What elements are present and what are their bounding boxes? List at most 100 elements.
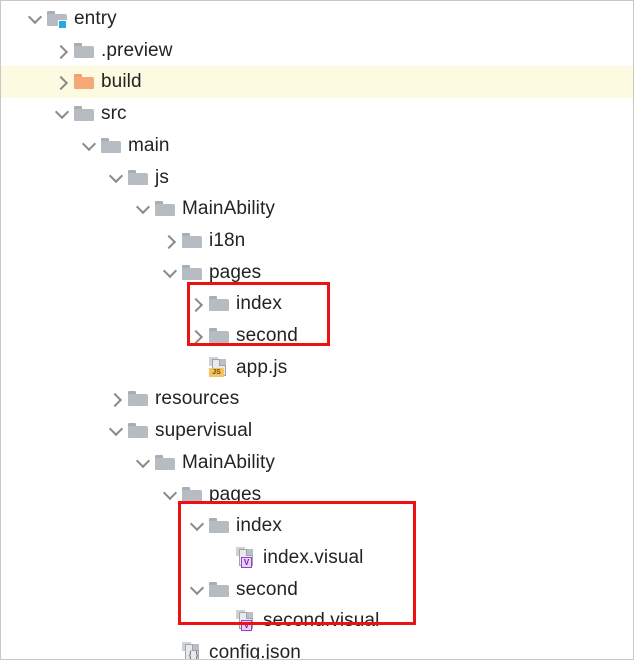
tree-item-label: MainAbility [182, 198, 275, 220]
indent-spacer [1, 225, 160, 257]
tree-row-index-visual[interactable]: Vindex.visual [1, 542, 633, 574]
tree-row-app-js[interactable]: JS app.js [1, 352, 633, 384]
indent-spacer [1, 320, 187, 352]
chevron-down-icon[interactable] [160, 257, 180, 289]
tree-row-second-visual[interactable]: Vsecond.visual [1, 605, 633, 637]
tree-item-label: second [236, 325, 298, 346]
folder-icon [99, 133, 125, 159]
tree-row-index[interactable]: index [1, 510, 633, 542]
indent-spacer [1, 447, 133, 479]
tree-item-label: index [236, 515, 282, 537]
tree-item-label: entry [74, 8, 117, 29]
indent-spacer [1, 35, 52, 67]
folder-icon [72, 38, 98, 64]
indent-spacer [1, 130, 79, 162]
twisty-placeholder [187, 352, 207, 384]
tree-row-js[interactable]: js [1, 162, 633, 194]
tree-row-main[interactable]: main [1, 130, 633, 162]
indent-spacer [1, 98, 52, 130]
indent-spacer [1, 162, 106, 194]
json-file-icon: {} [180, 640, 206, 660]
folder-icon [180, 260, 206, 286]
chevron-down-icon[interactable] [187, 574, 207, 606]
tree-item-label: js [155, 166, 169, 188]
chevron-down-icon[interactable] [187, 510, 207, 542]
chevron-right-icon[interactable] [52, 66, 72, 98]
tree-item-label: i18n [209, 229, 246, 251]
chevron-down-icon[interactable] [133, 447, 153, 479]
tree-item-label: config.json [209, 642, 301, 660]
tree-row-pages[interactable]: pages [1, 479, 633, 511]
tree-item-label: supervisual [155, 420, 253, 442]
json-braces-badge: {} [187, 647, 200, 660]
tree-row-mainability[interactable]: MainAbility [1, 447, 633, 479]
tree-row-i18n[interactable]: i18n [1, 225, 633, 257]
tree-item-label: second.visual [263, 610, 380, 632]
tree-row-second[interactable]: second [1, 320, 633, 352]
tree-row-config-json[interactable]: {} config.json [1, 637, 633, 660]
indent-spacer [1, 352, 187, 384]
indent-spacer [1, 637, 160, 659]
tree-row-resources[interactable]: resources [1, 383, 633, 415]
chevron-down-icon[interactable] [52, 98, 72, 130]
chevron-down-icon[interactable] [106, 162, 126, 194]
folder-icon [180, 228, 206, 254]
folder-icon [153, 196, 179, 222]
folder-icon [207, 323, 233, 349]
folder-icon [180, 482, 206, 508]
indent-spacer [1, 510, 187, 542]
js-badge: JS [209, 367, 224, 377]
module-badge-icon [58, 20, 67, 29]
folder-icon [207, 513, 233, 539]
chevron-right-icon[interactable] [106, 383, 126, 415]
chevron-down-icon[interactable] [25, 3, 45, 35]
chevron-right-icon[interactable] [52, 35, 72, 67]
chevron-down-icon[interactable] [160, 479, 180, 511]
chevron-right-icon[interactable] [160, 225, 180, 257]
tree-row-src[interactable]: src [1, 98, 633, 130]
tree-row-index[interactable]: index [1, 288, 633, 320]
folder-icon [207, 577, 233, 603]
folder-icon [207, 291, 233, 317]
chevron-right-icon[interactable] [187, 288, 207, 320]
chevron-right-icon[interactable] [187, 320, 207, 352]
tree-item-label: main [128, 134, 170, 156]
tree-row--preview[interactable]: .preview [1, 35, 633, 67]
twisty-placeholder [160, 637, 180, 659]
tree-row-build[interactable]: build [1, 66, 633, 99]
indent-spacer [1, 415, 106, 447]
tree-item-label: app.js [236, 356, 288, 378]
tree-row-pages[interactable]: pages [1, 257, 633, 289]
indent-spacer [1, 3, 25, 35]
tree-item-label: pages [209, 261, 262, 283]
indent-spacer [1, 288, 187, 320]
tree-item-label: MainAbility [182, 451, 275, 473]
folder-icon [126, 418, 152, 444]
tree-row-second[interactable]: second [1, 574, 633, 606]
indent-spacer [1, 479, 160, 511]
indent-spacer [1, 605, 214, 637]
indent-spacer [1, 66, 52, 98]
tree-item-label: build [101, 71, 142, 93]
chevron-down-icon[interactable] [133, 193, 153, 225]
indent-spacer [1, 257, 160, 289]
visual-file-icon: V [234, 608, 260, 634]
tree-row-supervisual[interactable]: supervisual [1, 415, 633, 447]
tree-row-mainability[interactable]: MainAbility [1, 193, 633, 225]
twisty-placeholder [214, 542, 234, 574]
file-tree-panel: entry .preview build src main js MainAbility i1… [0, 0, 634, 660]
tree-item-label: index [236, 293, 282, 315]
project-tree[interactable]: entry .preview build src main js MainAbility i1… [1, 1, 633, 659]
chevron-down-icon[interactable] [106, 415, 126, 447]
tree-item-label: resources [155, 388, 240, 410]
js-file-icon: JS [207, 355, 233, 381]
tree-item-label: src [101, 103, 127, 125]
twisty-placeholder [214, 605, 234, 637]
tree-item-label: .preview [101, 39, 173, 61]
indent-spacer [1, 542, 214, 574]
folder-excluded-icon [72, 69, 98, 95]
tree-item-label: index.visual [263, 546, 364, 568]
chevron-down-icon[interactable] [79, 130, 99, 162]
folder-icon [126, 386, 152, 412]
tree-row-entry[interactable]: entry [1, 3, 633, 35]
